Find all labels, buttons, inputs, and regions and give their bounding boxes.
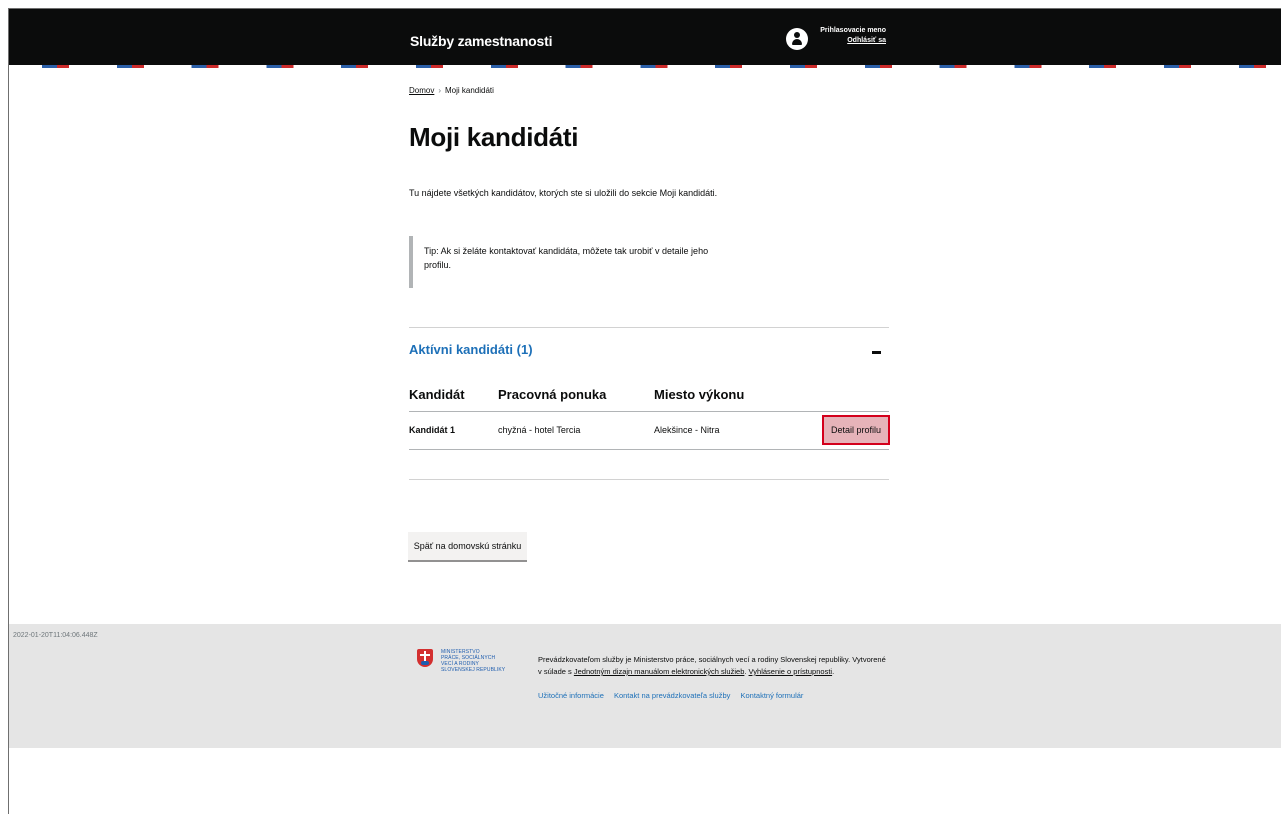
chevron-right-icon: › (438, 86, 442, 95)
operator-contact-link[interactable]: Kontakt na prevádzkovateľa služby (614, 691, 730, 700)
tip-text-line-1: Tip: Ak si želáte kontaktovať kandidáta,… (424, 246, 709, 256)
header-stripe (9, 65, 1281, 68)
column-header-candidate: Kandidát (409, 387, 465, 402)
footer-text-line-2: v súlade s Jednotným dizajn manuálom ele… (538, 667, 835, 676)
collapse-minus-icon[interactable] (872, 351, 881, 354)
column-header-job: Pracovná ponuka (498, 387, 607, 402)
useful-info-link[interactable]: Užitočné informácie (538, 691, 604, 700)
cell-candidate: Kandidát 1 (409, 425, 456, 435)
breadcrumb-current: Moji kandidáti (445, 86, 494, 95)
user-avatar-icon (786, 28, 808, 50)
tip-text-line-2: profilu. (424, 260, 452, 270)
accessibility-statement-link[interactable]: Vyhlásenie o prístupnosti (749, 667, 833, 676)
column-header-location: Miesto výkonu (654, 387, 745, 402)
back-to-home-button[interactable]: Späť na domovskú stránku (408, 532, 527, 562)
logout-link[interactable]: Odhlásiť sa (814, 37, 886, 44)
service-title[interactable]: Služby zamestnanosti (410, 33, 552, 49)
page-title: Moji kandidáti (409, 122, 579, 152)
ministry-logo-text: MINISTERSTVO PRÁCE, SOCIÁLNYCH VECÍ A RO… (441, 649, 506, 673)
breadcrumb: Domov › Moji kandidáti (409, 86, 494, 95)
site-footer: 2022-01-20T11:04:06.448Z (9, 624, 1281, 748)
contact-form-link[interactable]: Kontaktný formulár (740, 691, 803, 700)
tip-inset: Tip: Ak si želáte kontaktovať kandidáta,… (409, 236, 729, 288)
footer-text-line-1: Prevádzkovateľom služby je Ministerstvo … (538, 655, 886, 664)
site-header: Služby zamestnanosti Prihlasovacie meno … (9, 9, 1281, 65)
accordion-divider-bottom (409, 479, 889, 480)
breadcrumb-home-link[interactable]: Domov (409, 86, 434, 95)
slovak-crest-icon (417, 649, 433, 667)
table-row-divider (409, 449, 889, 450)
cell-location: Alekšince - Nitra (654, 425, 720, 435)
accordion-heading[interactable]: Aktívni kandidáti (1) (409, 342, 533, 357)
cell-job: chyžná - hotel Tercia (498, 425, 581, 435)
user-name: Prihlasovacie meno (820, 27, 886, 34)
detail-profile-button[interactable]: Detail profilu (822, 415, 890, 445)
footer-links: Užitočné informácie Kontakt na prevádzko… (538, 691, 811, 700)
intro-text: Tu nájdete všetkých kandidátov, ktorých … (409, 188, 718, 198)
design-manual-link[interactable]: Jednotným dizajn manuálom elektronických… (574, 667, 745, 676)
table-header-divider (409, 411, 889, 412)
footer-operator-text: Prevádzkovateľom služby je Ministerstvo … (538, 654, 898, 678)
build-timestamp: 2022-01-20T11:04:06.448Z (13, 632, 98, 639)
accordion-divider-top (409, 327, 889, 328)
